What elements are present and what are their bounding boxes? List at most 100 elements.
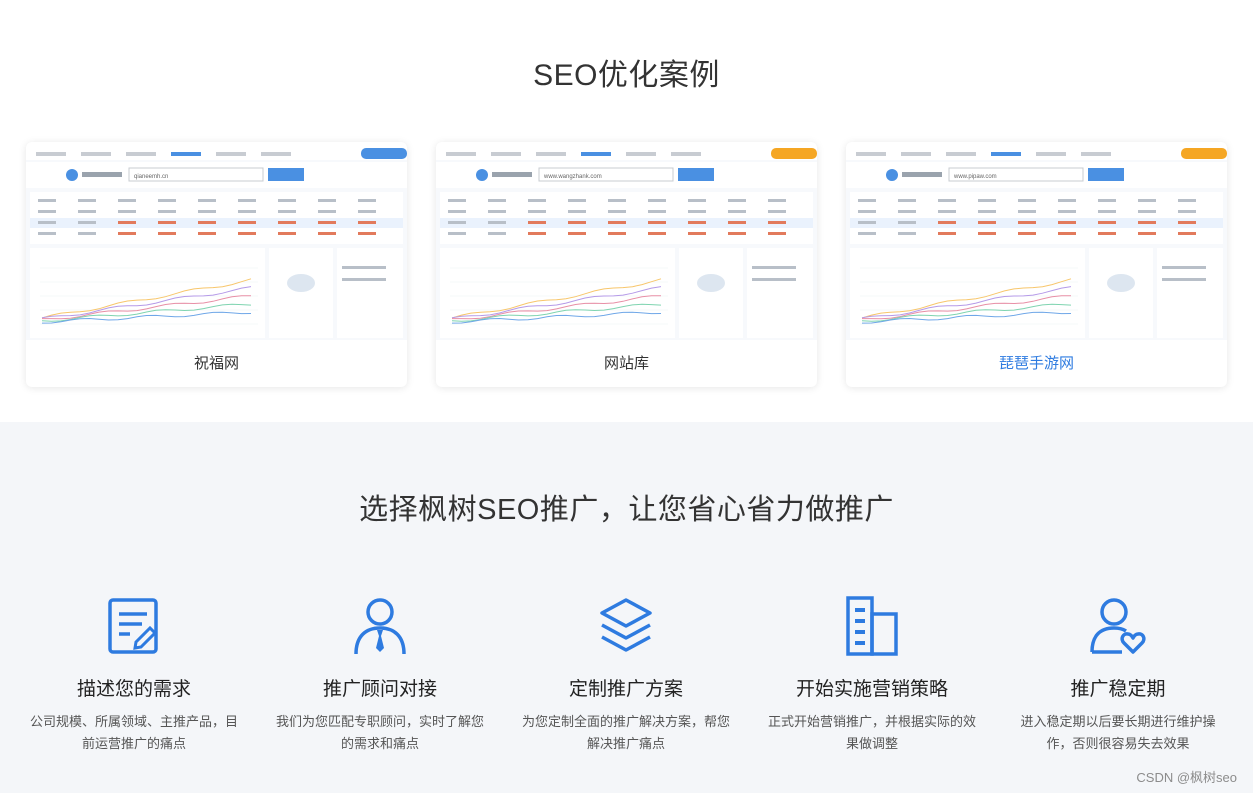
- table-cell: [648, 210, 666, 213]
- subdomain-line: [1162, 278, 1206, 281]
- tab-stub: [491, 152, 521, 156]
- table-cell: [978, 232, 996, 235]
- table-cell: [528, 232, 546, 235]
- step-title: 推广顾问对接: [322, 679, 437, 700]
- table-cell: [358, 221, 376, 224]
- table-cell: [938, 199, 956, 202]
- table-cell: [648, 232, 666, 235]
- subdomain-line: [752, 266, 796, 269]
- empty-cloud: [1107, 274, 1135, 292]
- search-label: [902, 172, 942, 177]
- tab-stub: [626, 152, 656, 156]
- table-cell: [488, 210, 506, 213]
- step-desc: 公司规模、所属领域、主推产品，目前运营推广的痛点: [29, 714, 238, 751]
- empty-cloud: [287, 274, 315, 292]
- step-title: 定制推广方案: [568, 679, 683, 700]
- tab-stub: [1081, 152, 1111, 156]
- table-cell: [688, 210, 706, 213]
- case-card-1[interactable]: qianeemh.cn 祝福网: [26, 142, 407, 387]
- table-cell: [448, 199, 466, 202]
- case-screenshot: qianeemh.cn: [26, 148, 407, 340]
- step-title: 描述您的需求: [76, 679, 191, 700]
- table-cell: [728, 221, 746, 224]
- search-domain-text: qianeemh.cn: [134, 174, 168, 180]
- table-cell: [858, 199, 876, 202]
- table-cell: [198, 232, 216, 235]
- search-label: [82, 172, 122, 177]
- tab-stub: [126, 152, 156, 156]
- table-cell: [608, 199, 626, 202]
- table-cell: [118, 221, 136, 224]
- buildings-icon: [846, 596, 898, 656]
- step-marketing: 开始实施营销策略 正式开始营销推广，并根据实际的效果做调整: [762, 594, 982, 755]
- table-cell: [238, 232, 256, 235]
- table-cell: [38, 232, 56, 235]
- competitor-panel: [269, 248, 333, 338]
- table-cell: [1178, 221, 1196, 224]
- table-cell: [118, 210, 136, 213]
- search-logo: [66, 169, 78, 181]
- table-cell: [158, 221, 176, 224]
- tab-stub: [671, 152, 701, 156]
- competitor-panel: [1089, 248, 1153, 338]
- tab-stub: [81, 152, 111, 156]
- table-cell: [768, 199, 786, 202]
- table-cell: [1058, 221, 1076, 224]
- subdomain-line: [752, 278, 796, 281]
- table-cell: [938, 210, 956, 213]
- table-cell: [488, 199, 506, 202]
- trend-panel: [440, 248, 675, 338]
- table-cell: [78, 199, 96, 202]
- table-cell: [38, 221, 56, 224]
- empty-cloud: [697, 274, 725, 292]
- step-consultant: 推广顾问对接 我们为您匹配专职顾问，实时了解您的需求和痛点: [270, 594, 490, 755]
- table-cell: [318, 210, 336, 213]
- step-title: 开始实施营销策略: [795, 679, 948, 700]
- table-cell: [358, 232, 376, 235]
- table-cell: [158, 210, 176, 213]
- table-cell: [318, 221, 336, 224]
- table-cell: [238, 199, 256, 202]
- corner-badge: [1181, 148, 1227, 159]
- table-cell: [238, 210, 256, 213]
- table-cell: [898, 232, 916, 235]
- table-cell: [78, 221, 96, 224]
- search-domain-text: www.wangzhank.com: [543, 174, 602, 180]
- search-label: [492, 172, 532, 177]
- step-desc: 进入稳定期以后要长期进行维护操作，否则很容易失去效果: [1020, 714, 1216, 751]
- table-cell: [768, 232, 786, 235]
- table-cell: [608, 232, 626, 235]
- table-cell: [978, 210, 996, 213]
- table-cell: [448, 232, 466, 235]
- table-cell: [978, 221, 996, 224]
- step-describe-needs: 描述您的需求 公司规模、所属领域、主推产品，目前运营推广的痛点: [24, 594, 244, 755]
- step-desc: 我们为您匹配专职顾问，实时了解您的需求和痛点: [275, 714, 484, 751]
- table-cell: [728, 232, 746, 235]
- case-screenshot: www.pipaw.com: [846, 148, 1227, 340]
- table-cell: [38, 210, 56, 213]
- tab-stub: [1036, 152, 1066, 156]
- case-card-3[interactable]: www.pipaw.com 琵琶手游网: [846, 142, 1227, 387]
- table-cell: [568, 199, 586, 202]
- table-cell: [768, 210, 786, 213]
- table-cell: [1178, 199, 1196, 202]
- table-cell: [278, 221, 296, 224]
- process-title: 选择枫树SEO推广，让您省心省力做推广: [359, 494, 894, 526]
- table-cell: [1058, 210, 1076, 213]
- corner-badge: [361, 148, 407, 159]
- subdomain-line: [1162, 266, 1206, 269]
- subdomain-line: [342, 266, 386, 269]
- subdomain-panel: [1157, 248, 1223, 338]
- case-card-2[interactable]: www.wangzhank.com 网站库: [436, 142, 817, 387]
- search-domain-text: www.pipaw.com: [953, 174, 997, 180]
- table-cell: [358, 210, 376, 213]
- table-cell: [688, 199, 706, 202]
- table-cell: [1178, 210, 1196, 213]
- table-cell: [568, 232, 586, 235]
- table-cell: [118, 199, 136, 202]
- tab-stub: [581, 152, 611, 156]
- table-cell: [858, 221, 876, 224]
- subdomain-line: [342, 278, 386, 281]
- case-screenshot: www.wangzhank.com: [436, 148, 817, 340]
- tab-stub: [171, 152, 201, 156]
